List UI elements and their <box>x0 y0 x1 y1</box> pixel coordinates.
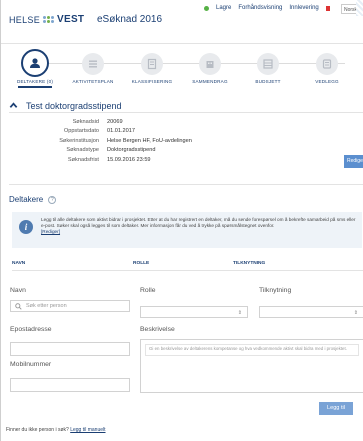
info-box: i Legg til alle deltakere som aktivt bid… <box>12 212 362 248</box>
participants-heading: Deltakere ? <box>9 195 57 204</box>
step-participants[interactable]: DELTAKERE (0) <box>6 49 64 88</box>
phone-label: Mobilnummer <box>10 361 52 368</box>
participants-title: Deltakere <box>9 195 44 204</box>
column-header-affiliation[interactable]: TILKNYTNING <box>233 261 265 266</box>
helse-vest-logo[interactable]: HELSE VEST <box>9 14 84 25</box>
building-icon <box>199 53 221 75</box>
wizard-steps: DELTAKERE (0) AKTIVITETSPLAN KLASSIFISER… <box>1 49 363 95</box>
role-select[interactable]: ⇕ <box>140 306 248 318</box>
step-attachments[interactable]: VEDLEGG <box>298 49 356 84</box>
search-icon <box>15 302 22 310</box>
detail-row: Søknadstype Doktorgradsstipend <box>66 147 156 154</box>
list-icon <box>82 53 104 75</box>
detail-row: Søkerinstitusjon Helse Bergen HF, FoU-avd… <box>59 137 192 144</box>
step-label: AKTIVITETSPLAN <box>72 79 114 84</box>
description-label: Beskrivelse <box>140 326 175 333</box>
info-icon: i <box>19 220 33 234</box>
logo-text-helse: HELSE <box>9 14 41 25</box>
table-icon <box>257 53 279 75</box>
person-search-input[interactable]: Søk etter person <box>10 300 130 312</box>
step-label: DELTAKERE (0) <box>16 79 54 84</box>
detail-row: Oppstartsdato 01.01.2017 <box>63 128 135 135</box>
select-caret-icon: ⇕ <box>353 310 358 316</box>
add-participant-button[interactable]: Legg til <box>319 402 353 415</box>
footer-note: Finner du ikke person i søk? Legg til ma… <box>6 427 106 433</box>
step-budget[interactable]: BUDSJETT <box>239 49 297 84</box>
chevron-up-icon[interactable] <box>9 101 18 110</box>
divider <box>9 184 363 185</box>
description-placeholder: Gi en beskrivelse av deltakerens kompeta… <box>145 344 359 356</box>
description-textarea[interactable]: Gi en beskrivelse av deltakerens kompeta… <box>140 339 363 393</box>
submit-link[interactable]: Innlevering <box>289 5 318 11</box>
select-caret-icon: ⇕ <box>237 310 242 316</box>
application-window: HELSE VEST eSøknad 2016 Lagre Forhåndsvi… <box>0 0 363 441</box>
application-summary-header[interactable]: Test doktorgradsstipend <box>9 99 363 113</box>
attachment-icon <box>316 53 338 75</box>
application-details: Søknadsid 20069 Oppstartsdato 01.01.2017 S… <box>35 117 192 165</box>
name-label: Navn <box>10 287 26 294</box>
affiliation-label: Tilknytning <box>259 287 292 294</box>
detail-row: Søknadsid 20069 <box>72 118 123 125</box>
save-link[interactable]: Lagre <box>216 5 231 11</box>
app-title: eSøknad 2016 <box>97 14 163 25</box>
step-classification[interactable]: KLASSIFISERING <box>123 49 181 84</box>
email-label: Epostadresse <box>10 326 52 333</box>
active-step-underline <box>18 86 52 88</box>
email-field[interactable] <box>10 342 130 356</box>
top-bar: HELSE VEST eSøknad 2016 Lagre Forhåndsvi… <box>1 0 363 44</box>
edit-button[interactable]: Rediger <box>344 155 363 168</box>
info-edit-link[interactable]: [Rediger] <box>41 229 356 235</box>
decorative-pattern <box>356 0 363 16</box>
affiliation-select[interactable]: ⇕ <box>259 306 363 318</box>
participants-table-header: NAVN ROLLE TILKNYTNING <box>12 260 363 271</box>
submit-flag-icon <box>325 5 330 11</box>
people-icon <box>21 49 49 77</box>
info-text-container: Legg til alle deltakere som aktivt bidra… <box>41 217 356 235</box>
detail-row: Søknadsfrist 15.09.2016 23:59 <box>67 156 151 163</box>
phone-field[interactable] <box>10 378 130 392</box>
application-title: Test doktorgradsstipend <box>26 100 122 111</box>
step-label: VEDLEGG <box>315 79 339 84</box>
preview-link[interactable]: Forhåndsvisning <box>238 5 282 11</box>
search-placeholder: Søk etter person <box>26 303 67 309</box>
step-label: KLASSIFISERING <box>131 79 173 84</box>
step-activity-plan[interactable]: AKTIVITETSPLAN <box>64 49 122 84</box>
header-actions: Lagre Forhåndsvisning Innlevering <box>204 5 330 11</box>
document-icon <box>141 53 163 75</box>
saved-status-icon <box>204 5 209 11</box>
help-icon[interactable]: ? <box>48 195 57 204</box>
role-label: Rolle <box>140 287 156 294</box>
footer-text: Finner du ikke person i søk? <box>6 427 69 433</box>
column-header-name[interactable]: NAVN <box>12 261 25 266</box>
step-label: SAMMENDRAG <box>192 79 228 84</box>
logo-dots-icon <box>43 16 55 23</box>
step-label: BUDSJETT <box>255 79 281 84</box>
add-manually-link[interactable]: Legg til manuelt <box>70 427 105 433</box>
logo-text-vest: VEST <box>57 14 85 25</box>
info-text: Legg til alle deltakere som aktivt bidra… <box>41 217 356 228</box>
step-summary[interactable]: SAMMENDRAG <box>181 49 239 84</box>
column-header-role[interactable]: ROLLE <box>133 261 149 266</box>
